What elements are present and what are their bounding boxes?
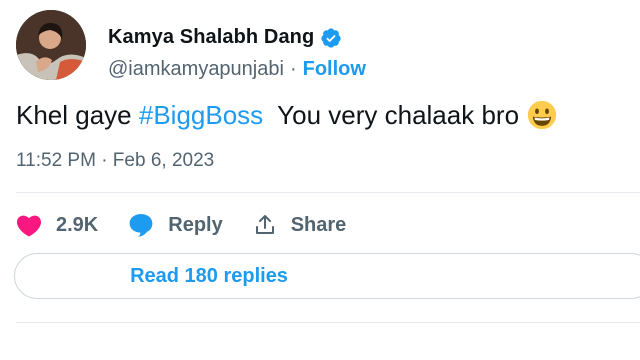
avatar-image xyxy=(16,10,86,80)
heart-icon xyxy=(16,215,42,237)
divider xyxy=(16,322,640,323)
avatar[interactable] xyxy=(16,10,86,80)
read-replies-label: Read 180 replies xyxy=(130,264,288,287)
speech-bubble-icon xyxy=(129,214,153,237)
share-upload-icon xyxy=(255,215,274,234)
separator-dot: · xyxy=(289,58,297,80)
share-button[interactable]: Share xyxy=(253,213,347,237)
tweet-header: Kamya Shalabh Dang @iamkamyapunjabi · Fo… xyxy=(16,10,616,82)
read-replies-button[interactable]: Read 180 replies xyxy=(14,253,640,299)
tweet-timestamp[interactable]: 11:52 PM · Feb 6, 2023 xyxy=(16,150,214,172)
action-bar: 2.9K Reply Share xyxy=(16,205,376,245)
follow-button[interactable]: Follow xyxy=(303,58,366,81)
verified-badge-icon xyxy=(321,27,341,48)
like-button[interactable]: 2.9K xyxy=(16,213,98,237)
reply-button[interactable]: Reply xyxy=(128,213,223,237)
like-count: 2.9K xyxy=(56,213,99,236)
hashtag-link[interactable]: #BiggBoss xyxy=(139,100,263,130)
name-line: Kamya Shalabh Dang xyxy=(108,26,342,49)
reply-label: Reply xyxy=(168,213,223,236)
display-name[interactable]: Kamya Shalabh Dang xyxy=(108,26,314,49)
share-label: Share xyxy=(290,213,347,236)
handle-line: @iamkamyapunjabi · Follow xyxy=(108,58,366,81)
user-handle[interactable]: @iamkamyapunjabi xyxy=(108,58,284,81)
tweet-text-before: Khel gaye xyxy=(16,100,139,130)
divider xyxy=(16,192,640,193)
grinning-face-emoji-icon xyxy=(527,100,557,130)
tweet-text: Khel gaye #BiggBoss You very chalaak bro xyxy=(16,100,557,131)
tweet-text-after: You very chalaak bro xyxy=(263,100,520,130)
